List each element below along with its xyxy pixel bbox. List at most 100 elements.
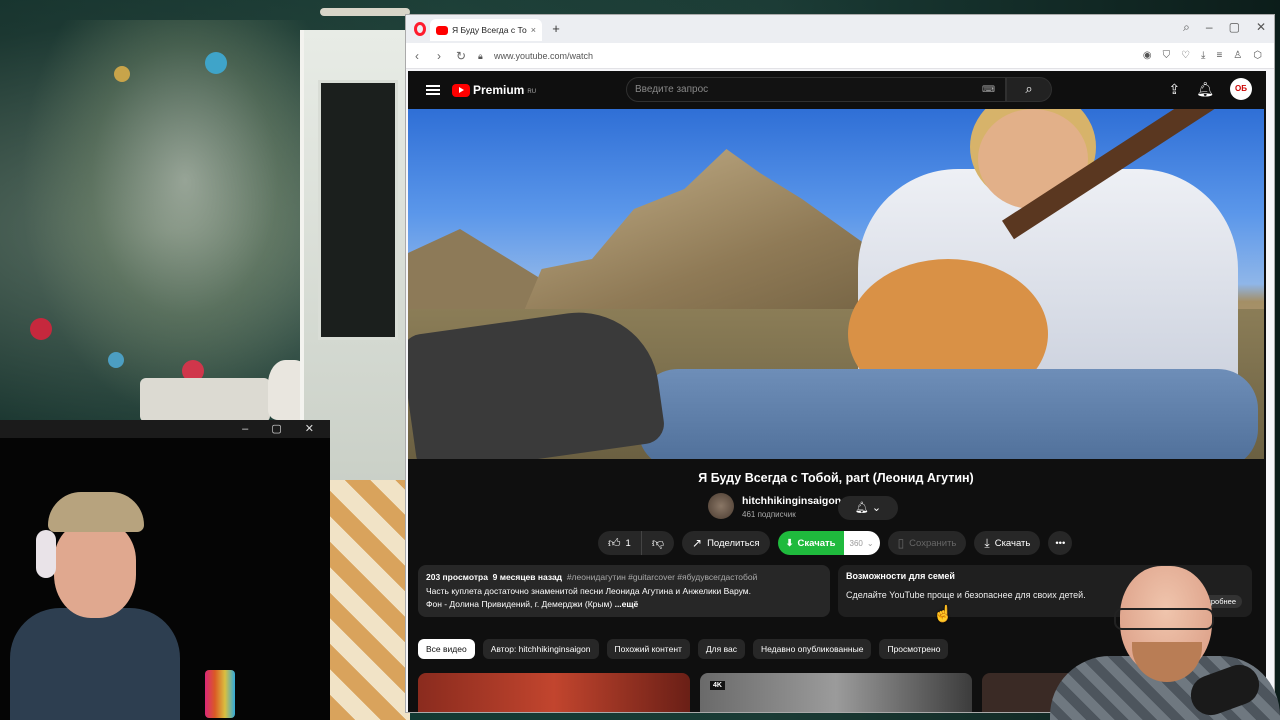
more-actions-button[interactable]: •••: [1048, 531, 1073, 555]
search-button[interactable]: ⌕: [1006, 77, 1052, 102]
ornament: [114, 66, 130, 82]
address-bar: ‹ › ↻ 🔒︎ www.youtube.com/watch ◉ ⛉ ♡ ⤓ ≡…: [406, 43, 1274, 69]
extensions-icon[interactable]: ⬡: [1253, 50, 1262, 61]
streamer-webcam: – ▢ ✕: [0, 420, 330, 720]
chevron-down-icon: ⌄: [866, 538, 874, 548]
upload-icon[interactable]: ⇪: [1168, 81, 1180, 98]
profile-icon[interactable]: ♙: [1233, 50, 1242, 61]
download-extension: ⬇ Скачать 360 ⌄: [777, 531, 880, 555]
chip-watched[interactable]: Просмотрено: [879, 639, 949, 659]
streamer: [10, 490, 180, 720]
download-icon: ⤓: [984, 535, 990, 550]
channel-name[interactable]: hitchhikinginsaigon: [742, 495, 841, 507]
hand-cursor-icon: ☝: [933, 606, 953, 623]
hamburger-menu-icon[interactable]: [426, 85, 440, 95]
dislike-button[interactable]: 👎︎: [641, 531, 675, 555]
share-label: Поделиться: [707, 537, 760, 549]
search-input[interactable]: [635, 84, 982, 95]
header-actions: ⇪ 🔔︎ ОБ: [1168, 78, 1252, 100]
country-code: RU: [527, 89, 537, 95]
action-bar: 👍︎ 1 👎︎ ↗ Поделиться ⬇ Скачать 360 ⌄ ▯ Сохран…: [598, 531, 1073, 555]
tab-title: Я Буду Всегда с Тобой, p: [452, 25, 527, 35]
channel-row: hitchhikinginsaigon 461 подписчик: [708, 493, 948, 523]
filter-chips: Все видео Автор: hitchhikinginsaigon Пох…: [418, 639, 949, 659]
new-tab-button[interactable]: +: [548, 21, 564, 37]
close-window-button[interactable]: ✕: [1256, 20, 1266, 35]
user-avatar[interactable]: ОБ: [1230, 78, 1252, 100]
arrow-down-icon: ⬇: [785, 537, 794, 549]
ornament: [108, 352, 124, 368]
curtain-rod: [320, 8, 410, 16]
back-icon[interactable]: ‹: [406, 49, 428, 63]
browser-tab[interactable]: Я Буду Всегда с Тобой, p ×: [430, 19, 542, 41]
notifications-button[interactable]: 🔔︎ ⌄: [838, 496, 898, 520]
share-icon: ↗: [692, 536, 703, 550]
description-line-2: Фон - Долина Привидений, г. Демерджи (Кр…: [426, 599, 613, 609]
youtube-header: Premium RU ⌨ ⌕ ⇪ 🔔︎ ОБ: [408, 71, 1266, 109]
search-box: ⌨: [626, 77, 1006, 102]
quality-value: 360: [849, 538, 863, 548]
shield-icon[interactable]: ⛉: [1163, 50, 1171, 61]
description-box[interactable]: 203 просмотра 9 месяцев назад #леонидагу…: [418, 565, 830, 617]
search-tabs-icon[interactable]: ⌕: [1183, 20, 1190, 35]
download-label: Скачать: [994, 537, 1031, 549]
video-title: Я Буду Всегда с Тобой, part (Леонид Агут…: [698, 471, 974, 485]
like-count: 1: [625, 537, 631, 549]
download-button[interactable]: ⤓ Скачать: [974, 531, 1041, 555]
show-more-link[interactable]: ...ещё: [615, 599, 639, 609]
download-green-button[interactable]: ⬇ Скачать: [777, 531, 844, 555]
like-button[interactable]: 👍︎ 1: [598, 531, 642, 555]
thumbs-up-icon: 👍︎: [608, 535, 621, 550]
youtube-play-icon: [452, 83, 470, 97]
search-icon: ⌕: [1025, 81, 1033, 96]
url-field[interactable]: www.youtube.com/watch: [494, 51, 1143, 61]
video-thumbnail[interactable]: 4K: [700, 673, 972, 712]
window-controls: ⌕ – ▢ ✕: [1183, 20, 1266, 35]
heart-icon[interactable]: ♡: [1181, 50, 1190, 61]
forward-icon[interactable]: ›: [428, 49, 450, 63]
keyboard-icon[interactable]: ⌨: [982, 84, 995, 95]
channel-avatar[interactable]: [708, 493, 734, 519]
video-thumbnail[interactable]: [418, 673, 690, 712]
maximize-button[interactable]: ▢: [1229, 20, 1240, 35]
subscriber-count: 461 подписчик: [742, 510, 796, 519]
ornament: [30, 318, 52, 340]
hashtags[interactable]: #леонидагутин #guitarcover #ябудувсегдас…: [567, 572, 758, 582]
download-icon[interactable]: ⤓: [1201, 50, 1205, 61]
download-green-label: Скачать: [797, 537, 836, 549]
video-player[interactable]: [408, 109, 1264, 459]
bell-icon[interactable]: 🔔︎: [1196, 81, 1214, 98]
guest-webcam: [1040, 560, 1280, 720]
upload-date: 9 месяцев назад: [492, 572, 563, 582]
save-button[interactable]: ▯ Сохранить: [887, 531, 967, 555]
quality-select[interactable]: 360 ⌄: [843, 531, 880, 555]
like-dislike-group: 👍︎ 1 👎︎: [598, 531, 675, 555]
chip-for-you[interactable]: Для вас: [697, 639, 745, 659]
bookmark-icon: ▯: [897, 536, 905, 550]
camera-icon[interactable]: ◉: [1143, 50, 1152, 61]
screen: – ▢ ✕ Я Буду Всегда с Тобой, p × + ⌕ – ▢…: [0, 0, 1280, 720]
reload-icon[interactable]: ↻: [450, 49, 472, 63]
chip-recent[interactable]: Недавно опубликованные: [753, 639, 872, 659]
opera-logo-icon[interactable]: [414, 22, 426, 36]
minimize-button[interactable]: –: [1206, 20, 1213, 35]
address-bar-icons: ◉ ⛉ ♡ ⤓ ≡ ♙ ⬡: [1143, 50, 1274, 61]
youtube-logo[interactable]: Premium RU: [452, 83, 536, 97]
webcam-window-controls[interactable]: – ▢ ✕: [242, 422, 324, 435]
youtube-favicon-icon: [436, 25, 448, 35]
brand-text: Premium: [473, 83, 525, 97]
more-icon: •••: [1055, 537, 1066, 549]
webcam-titlebar[interactable]: – ▢ ✕: [0, 420, 330, 438]
lock-icon[interactable]: 🔒︎: [478, 51, 488, 61]
chip-author[interactable]: Автор: hitchhikinginsaigon: [482, 639, 599, 659]
chip-all-videos[interactable]: Все видео: [418, 639, 475, 659]
menu-icon[interactable]: ≡: [1216, 50, 1222, 61]
4k-badge: 4K: [710, 681, 725, 690]
rgb-lamp: [205, 670, 235, 718]
glasses: [1114, 608, 1214, 630]
tab-close-icon[interactable]: ×: [531, 25, 536, 35]
chip-related[interactable]: Похожий контент: [606, 639, 690, 659]
tree-stand: [140, 378, 270, 422]
save-label: Сохранить: [909, 537, 957, 549]
share-button[interactable]: ↗ Поделиться: [682, 531, 770, 555]
